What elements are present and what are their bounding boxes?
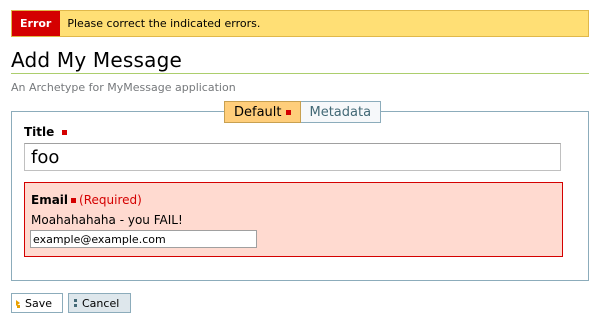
email-input[interactable]	[30, 230, 257, 248]
page-description: An Archetype for MyMessage application	[11, 81, 236, 94]
email-field-label: Email (Required)	[31, 193, 142, 207]
email-label-text: Email	[31, 193, 69, 207]
title-field-label: Title	[24, 125, 68, 139]
form-tabs: Default Metadata	[224, 101, 382, 123]
error-message: Please correct the indicated errors.	[67, 17, 261, 30]
cancel-button-label: Cancel	[82, 296, 120, 310]
required-marker-icon	[285, 109, 291, 115]
error-banner: Error Please correct the indicated error…	[11, 10, 589, 37]
tab-metadata[interactable]: Metadata	[300, 101, 382, 123]
dots-icon	[73, 298, 79, 309]
tab-default-label: Default	[234, 104, 282, 120]
cancel-button[interactable]: Cancel	[68, 293, 131, 313]
tab-metadata-label: Metadata	[309, 104, 372, 120]
required-marker-icon	[62, 130, 68, 135]
error-badge: Error	[12, 11, 61, 36]
email-error-message: Moahahahaha - you FAIL!	[31, 213, 183, 227]
tab-default[interactable]: Default	[224, 101, 301, 123]
required-text: (Required)	[79, 193, 142, 207]
save-button-label: Save	[25, 296, 53, 310]
save-button[interactable]: Save	[11, 293, 63, 313]
title-divider	[11, 73, 589, 74]
arrow-icon	[16, 298, 22, 309]
required-marker-icon	[71, 197, 77, 203]
title-label-text: Title	[24, 125, 55, 139]
title-input[interactable]	[24, 143, 561, 171]
page-title: Add My Message	[11, 48, 182, 72]
